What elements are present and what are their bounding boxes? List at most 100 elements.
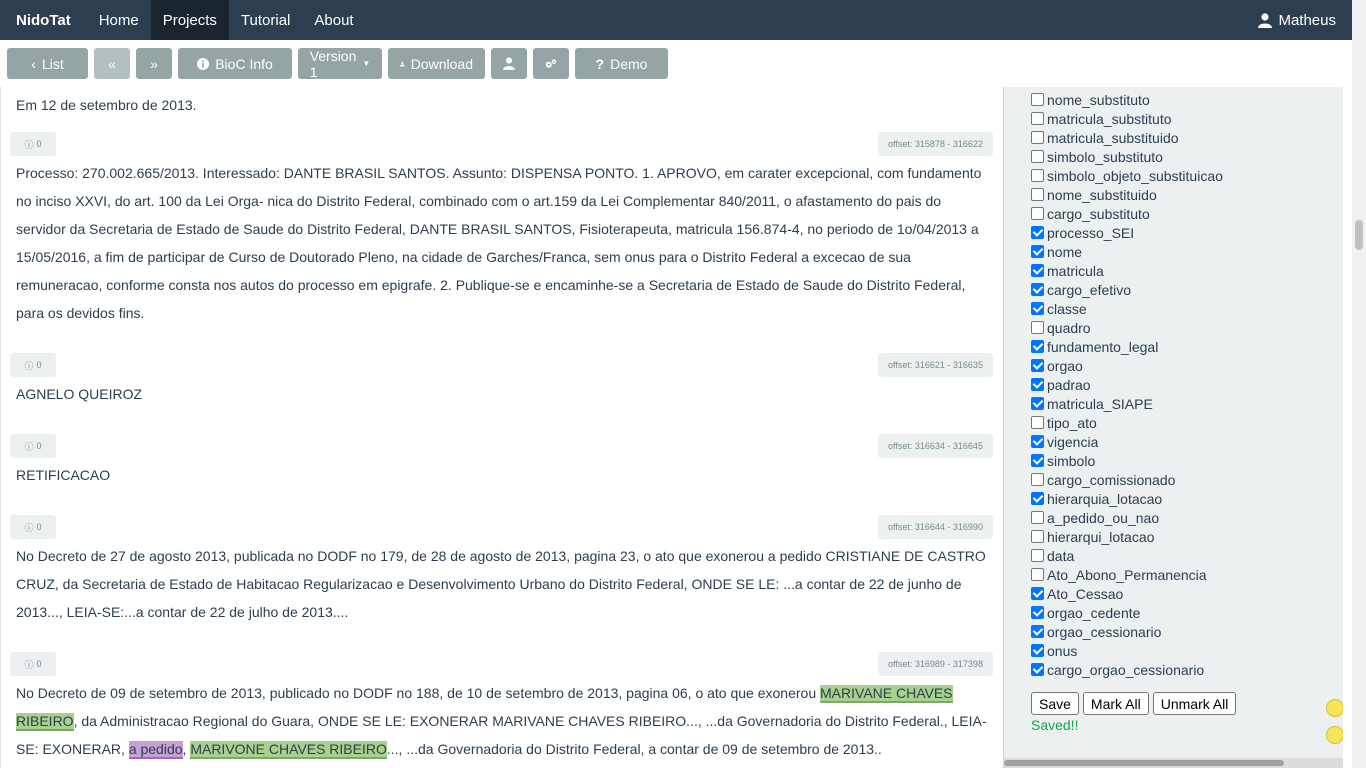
entity-checkbox-row[interactable]: nome_substituido (1031, 185, 1223, 204)
entity-checkbox[interactable] (1031, 454, 1044, 467)
entity-checkbox[interactable] (1031, 131, 1044, 144)
entity-checkbox-row[interactable]: classe (1031, 299, 1223, 318)
entity-checkbox[interactable] (1031, 644, 1044, 657)
entity-checkbox-row[interactable]: matricula_substituido (1031, 128, 1223, 147)
entity-checkbox-row[interactable]: hierarquia_lotacao (1031, 489, 1223, 508)
entity-checkbox-row[interactable]: data (1031, 546, 1223, 565)
entity-checkbox-row[interactable]: Ato_Cessao (1031, 584, 1223, 603)
bioc-info-button[interactable]: BioC Info (178, 48, 292, 79)
entity-checkbox-row[interactable]: padrao (1031, 375, 1223, 394)
entity-checkbox[interactable] (1031, 226, 1044, 239)
unmark-all-button[interactable]: Unmark All (1152, 692, 1237, 715)
entity-checkbox-row[interactable]: nome (1031, 242, 1223, 261)
previous-document-button[interactable]: « (94, 48, 130, 79)
settings-button[interactable] (533, 48, 569, 79)
yellow-marker[interactable] (1326, 699, 1343, 717)
next-document-button[interactable]: » (136, 48, 172, 79)
entity-checkbox-row[interactable]: cargo_substituto (1031, 204, 1223, 223)
entity-checkbox[interactable] (1031, 492, 1044, 505)
entity-checkbox[interactable] (1031, 549, 1044, 562)
entity-checkbox[interactable] (1031, 321, 1044, 334)
entity-checkbox-row[interactable]: tipo_ato (1031, 413, 1223, 432)
entity-checkbox-label: fundamento_legal (1047, 338, 1159, 355)
nav-home[interactable]: Home (87, 0, 151, 40)
entity-checkbox[interactable] (1031, 397, 1044, 410)
user-settings-button[interactable] (491, 48, 527, 79)
entity-checkbox[interactable] (1031, 530, 1044, 543)
entity-checkbox[interactable] (1031, 473, 1044, 486)
entity-checkbox[interactable] (1031, 245, 1044, 258)
entity-checkbox-row[interactable]: simbolo_objeto_substituicao (1031, 166, 1223, 185)
entity-checkbox[interactable] (1031, 435, 1044, 448)
entity-checkbox[interactable] (1031, 264, 1044, 277)
vertical-scrollbar-thumb[interactable] (1355, 220, 1363, 250)
annotation-count-badge[interactable]: ⓘ 0 (10, 434, 56, 458)
entity-checkbox[interactable] (1031, 359, 1044, 372)
nav-about[interactable]: About (302, 0, 365, 40)
vertical-scrollbar[interactable] (1352, 0, 1366, 768)
entity-checkbox-row[interactable]: simbolo_substituto (1031, 147, 1223, 166)
entity-checkbox-row[interactable]: matricula_substituto (1031, 109, 1223, 128)
entity-checkbox-row[interactable]: vigencia (1031, 432, 1223, 451)
passage-text[interactable]: RETIFICACAO (1, 461, 1002, 489)
entity-checkbox-row[interactable]: quadro (1031, 318, 1223, 337)
passage-text[interactable]: AGNELO QUEIROZ (1, 380, 1002, 408)
entity-checkbox-row[interactable]: Ato_Abono_Permanencia (1031, 565, 1223, 584)
entity-checkbox[interactable] (1031, 416, 1044, 429)
entity-checkbox-row[interactable]: nome_substituto (1031, 90, 1223, 109)
entity-checkbox[interactable] (1031, 112, 1044, 125)
list-button[interactable]: ‹ List (7, 48, 88, 79)
demo-button[interactable]: ? Demo (575, 48, 668, 79)
entity-checkbox[interactable] (1031, 568, 1044, 581)
mark-all-button[interactable]: Mark All (1082, 692, 1149, 715)
entity-checkbox-row[interactable]: orgao_cedente (1031, 603, 1223, 622)
passage-text[interactable]: No Decreto de 27 de agosto 2013, publica… (1, 542, 1002, 626)
entity-checkbox[interactable] (1031, 663, 1044, 676)
entity-checkbox-row[interactable]: cargo_orgao_cessionario (1031, 660, 1223, 679)
entity-checkbox[interactable] (1031, 625, 1044, 638)
entity-checkbox[interactable] (1031, 283, 1044, 296)
entity-checkbox-row[interactable]: fundamento_legal (1031, 337, 1223, 356)
entity-checkbox[interactable] (1031, 511, 1044, 524)
annotation-count-badge[interactable]: ⓘ 0 (10, 652, 56, 676)
entity-checkbox-row[interactable]: simbolo (1031, 451, 1223, 470)
annotation-count-badge[interactable]: ⓘ 0 (10, 132, 56, 156)
entity-checkbox[interactable] (1031, 169, 1044, 182)
entity-checkbox[interactable] (1031, 150, 1044, 163)
entity-checkbox-row[interactable]: matricula (1031, 261, 1223, 280)
version-dropdown[interactable]: Version 1 ▼ (298, 48, 382, 80)
passage-text[interactable]: Em 12 de setembro de 2013. (1, 91, 1002, 119)
horizontal-scrollbar-thumb[interactable] (1004, 760, 1284, 766)
passage-text[interactable]: No Decreto de 09 de setembro de 2013, pu… (1, 679, 1002, 763)
entity-checkbox[interactable] (1031, 587, 1044, 600)
nav-tutorial[interactable]: Tutorial (229, 0, 302, 40)
entity-checkbox[interactable] (1031, 302, 1044, 315)
entity-checkbox[interactable] (1031, 188, 1044, 201)
entity-checkbox-row[interactable]: onus (1031, 641, 1223, 660)
entity-checkbox-row[interactable]: a_pedido_ou_nao (1031, 508, 1223, 527)
save-button[interactable]: Save (1031, 692, 1079, 715)
annotation-count-badge[interactable]: ⓘ 0 (10, 515, 56, 539)
annotation-highlight[interactable]: MARIVONE CHAVES RIBEIRO (190, 741, 387, 759)
entity-checkbox-row[interactable]: cargo_efetivo (1031, 280, 1223, 299)
user-menu[interactable]: Matheus (1242, 0, 1352, 40)
entity-checkbox[interactable] (1031, 93, 1044, 106)
entity-checkbox-row[interactable]: cargo_comissionado (1031, 470, 1223, 489)
entity-checkbox-row[interactable]: matricula_SIAPE (1031, 394, 1223, 413)
entity-checkbox[interactable] (1031, 606, 1044, 619)
entity-checkbox-row[interactable]: orgao_cessionario (1031, 622, 1223, 641)
entity-checkbox-row[interactable]: processo_SEI (1031, 223, 1223, 242)
entity-checkbox-row[interactable]: orgao (1031, 356, 1223, 375)
passage-text[interactable]: Processo: 270.002.665/2013. Interessado:… (1, 159, 1002, 327)
annotation-count-badge[interactable]: ⓘ 0 (10, 353, 56, 377)
nav-projects[interactable]: Projects (150, 0, 229, 40)
entity-checkbox-row[interactable]: hierarqui_lotacao (1031, 527, 1223, 546)
brand-logo[interactable]: NidoTat (0, 0, 87, 40)
entity-checkbox[interactable] (1031, 378, 1044, 391)
entity-checkbox[interactable] (1031, 340, 1044, 353)
download-button[interactable]: Download (388, 48, 485, 79)
entity-checkbox[interactable] (1031, 207, 1044, 220)
entity-checkbox-label: classe (1047, 300, 1087, 317)
yellow-marker[interactable] (1326, 726, 1343, 744)
annotation-highlight[interactable]: a pedido (128, 741, 183, 759)
